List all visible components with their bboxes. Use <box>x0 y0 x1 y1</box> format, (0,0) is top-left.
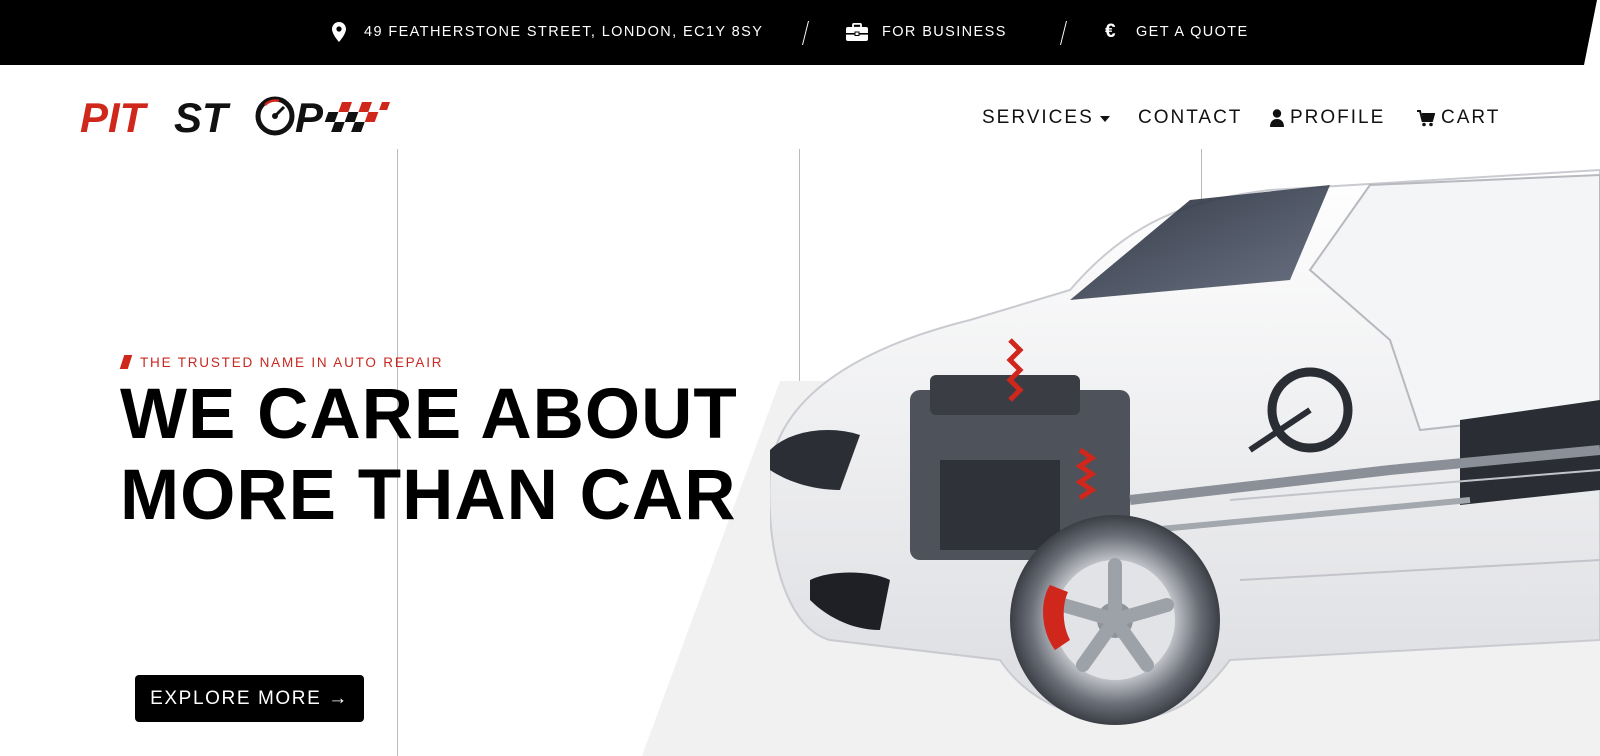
car-cutaway-image <box>770 168 1600 725</box>
explore-more-button[interactable]: EXPLORE MORE → <box>135 675 364 722</box>
hero-tagline-text: THE TRUSTED NAME IN AUTO REPAIR <box>140 354 444 370</box>
slash-accent-icon <box>119 355 133 369</box>
hero-headline-line1: WE CARE ABOUT <box>120 375 738 454</box>
hero-headline-line2: MORE THAN CAR <box>120 456 737 535</box>
hero-tagline: THE TRUSTED NAME IN AUTO REPAIR <box>119 354 444 370</box>
hero-headline: WE CARE ABOUT MORE THAN CAR <box>120 374 820 536</box>
